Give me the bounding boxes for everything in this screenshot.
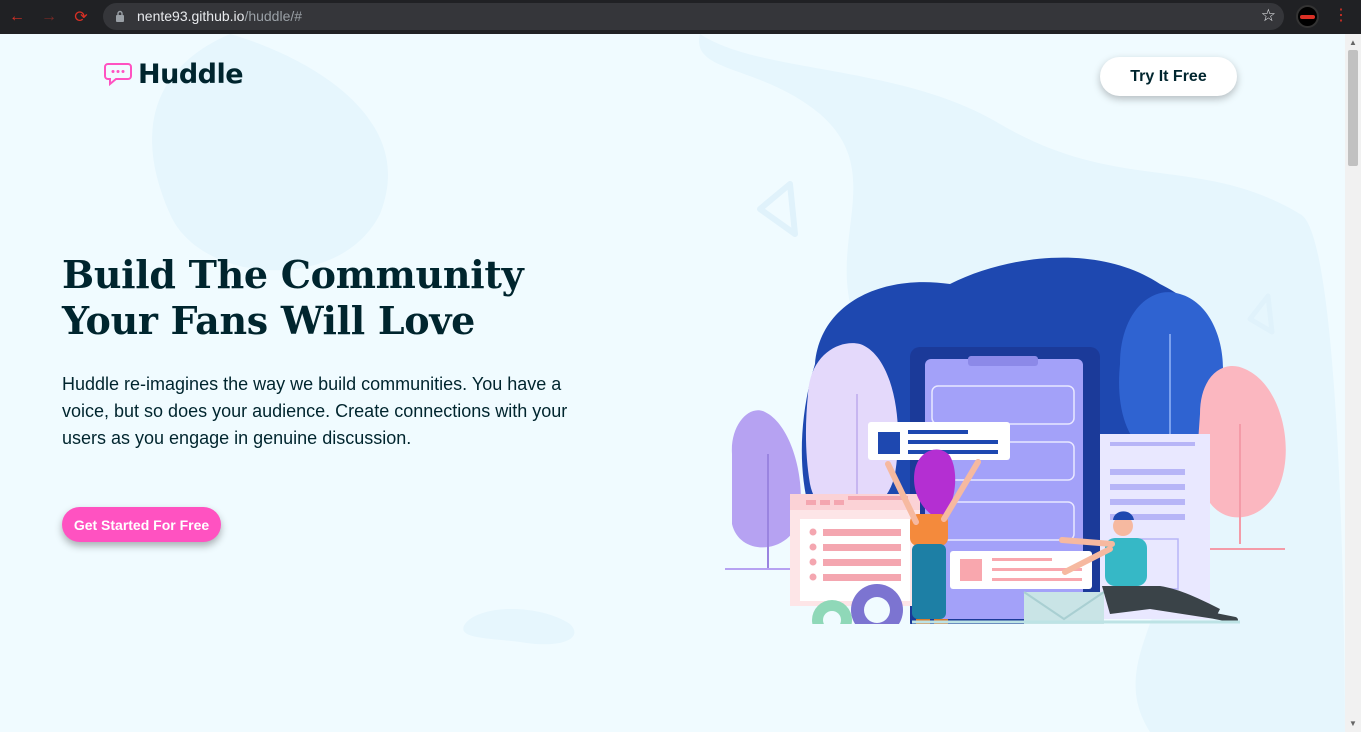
- page-scrollbar[interactable]: ▲ ▼: [1345, 34, 1361, 732]
- back-arrow-icon[interactable]: ←: [6, 6, 28, 28]
- hero-illustration: [725, 257, 1286, 624]
- page-viewport: Huddle Try It Free Build The Community Y…: [0, 34, 1361, 732]
- logo[interactable]: Huddle: [103, 59, 244, 90]
- url-text: nente93.github.io/huddle/#: [137, 8, 302, 24]
- reload-icon[interactable]: ⟳: [70, 6, 92, 28]
- lock-icon: [116, 10, 124, 22]
- scroll-up-arrow-icon[interactable]: ▲: [1349, 38, 1357, 47]
- hero-title-line1: Build The Community: [62, 252, 524, 297]
- chat-bubble-icon: [104, 62, 132, 86]
- get-started-button[interactable]: Get Started For Free: [62, 507, 221, 542]
- star-icon[interactable]: ☆: [1261, 6, 1276, 26]
- more-vert-icon[interactable]: ⋮: [1333, 6, 1349, 26]
- try-it-free-button[interactable]: Try It Free: [1100, 57, 1237, 96]
- url-path: /huddle/#: [244, 8, 303, 24]
- forward-arrow-icon[interactable]: →: [38, 6, 60, 28]
- hero-description: Huddle re-imagines the way we build comm…: [62, 374, 568, 448]
- scroll-down-arrow-icon[interactable]: ▼: [1349, 719, 1357, 728]
- logo-text: Huddle: [138, 59, 244, 90]
- illustration-tree-pink: [1197, 366, 1286, 518]
- hero-title: Build The Community Your Fans Will Love: [62, 252, 582, 344]
- url-host: nente93.github.io: [137, 8, 245, 24]
- profile-avatar[interactable]: [1296, 5, 1319, 28]
- scrollbar-thumb[interactable]: [1348, 50, 1358, 166]
- browser-toolbar: ← → ⟳ nente93.github.io/huddle/# ☆ ⋮: [0, 0, 1361, 34]
- address-bar[interactable]: nente93.github.io/huddle/# ☆: [103, 3, 1284, 30]
- hero-title-line2: Your Fans Will Love: [62, 298, 475, 343]
